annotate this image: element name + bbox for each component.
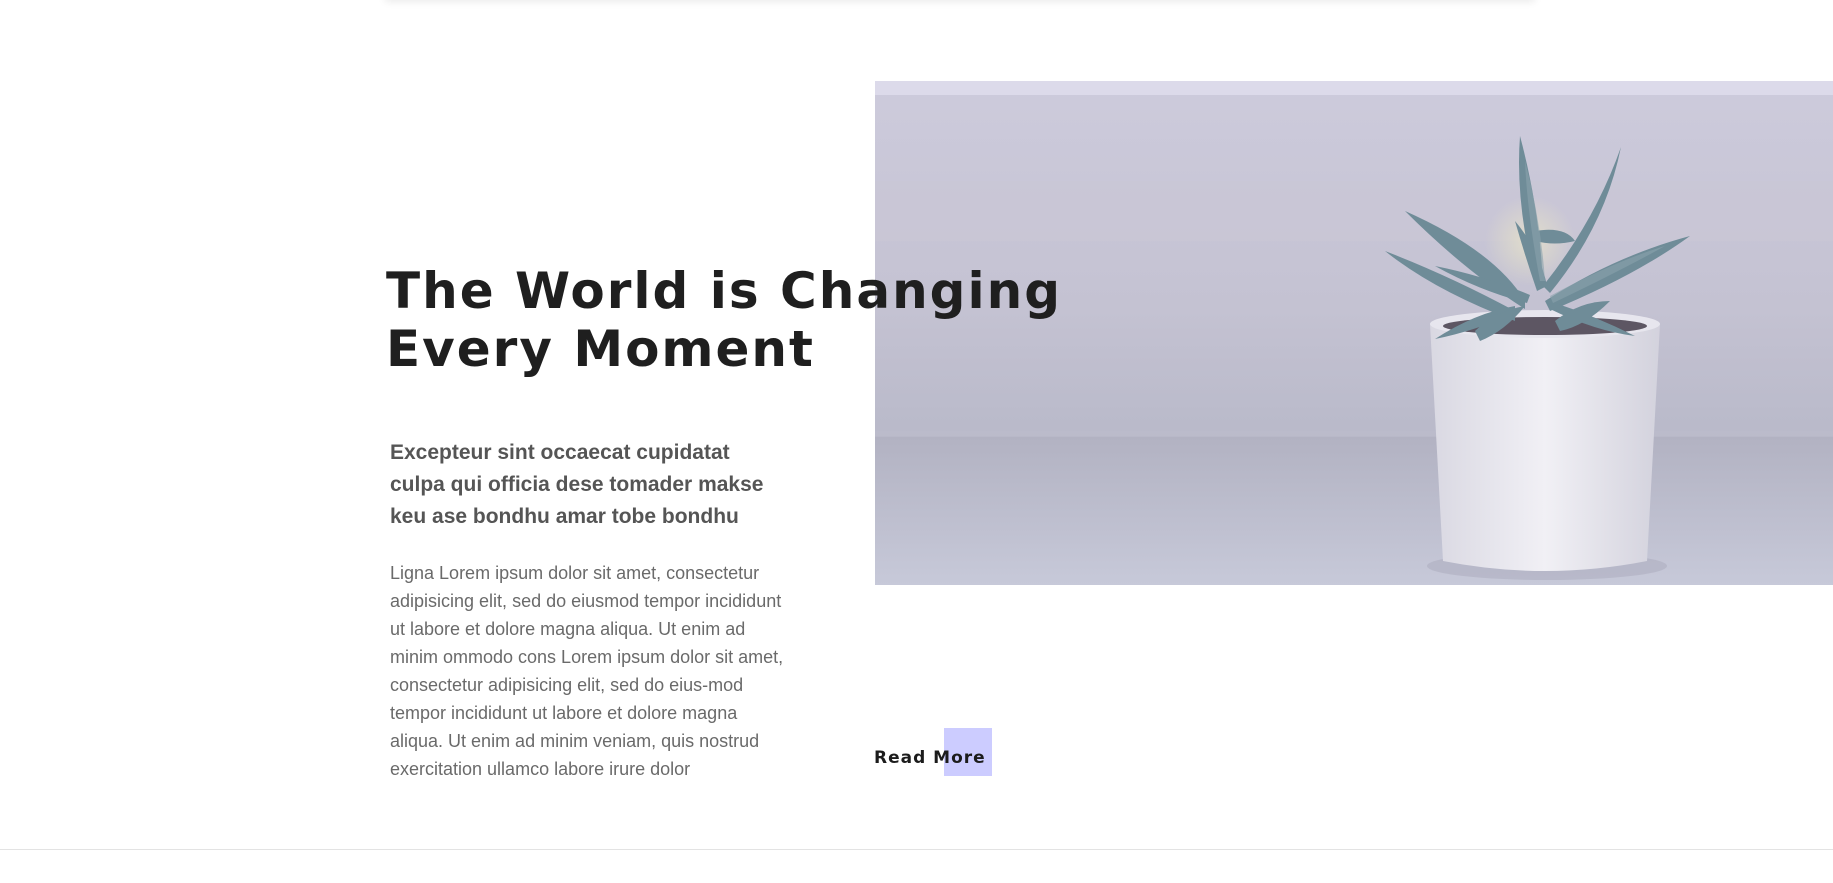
page: The World is Changing Every Moment Excep… — [0, 0, 1833, 883]
section-headline: The World is Changing Every Moment — [386, 262, 1062, 378]
headline-line-1: The World is Changing — [386, 262, 1062, 320]
read-more-link[interactable]: Read More — [874, 728, 994, 776]
headline-line-2: Every Moment — [386, 320, 815, 378]
section-divider — [0, 849, 1833, 850]
body-paragraph: Ligna Lorem ipsum dolor sit amet, consec… — [390, 563, 784, 779]
read-more-label: Read More — [874, 748, 986, 768]
succulent-photo — [875, 81, 1833, 585]
lead-paragraph: Excepteur sint occaecat cupidatat culpa … — [390, 441, 764, 528]
